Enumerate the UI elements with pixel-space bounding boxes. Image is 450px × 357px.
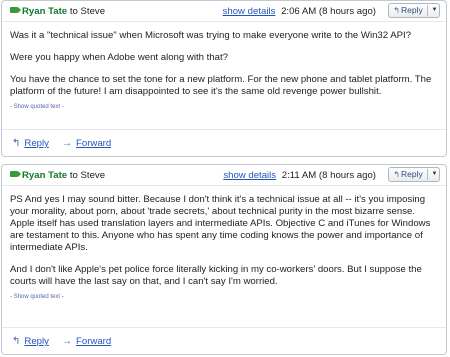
footer-forward-link[interactable]: → Forward xyxy=(62,138,111,149)
to-prefix: to xyxy=(69,170,78,181)
forward-arrow-icon: → xyxy=(62,138,72,149)
forward-arrow-icon: → xyxy=(62,336,72,347)
recipient-name: Steve xyxy=(80,170,106,181)
footer-reply-link[interactable]: ↰ Reply xyxy=(12,336,49,347)
footer-reply-label: Reply xyxy=(24,138,49,149)
body-paragraph: Were you happy when Adobe went along wit… xyxy=(10,52,228,63)
footer-forward-label: Forward xyxy=(76,138,112,149)
reply-arrow-icon: ↰ xyxy=(12,336,21,347)
message-footer: ↰ Reply → Forward xyxy=(2,129,446,156)
footer-forward-link[interactable]: → Forward xyxy=(62,336,111,347)
timestamp: 2:11 AM (8 hours ago) xyxy=(281,170,376,181)
reply-split-button[interactable]: ↰Reply ▼ xyxy=(388,3,440,18)
footer-reply-label: Reply xyxy=(24,336,49,347)
message-header: Ryan Tate to Steve show details 2:06 AM … xyxy=(2,1,446,22)
reply-split-button[interactable]: ↰Reply ▼ xyxy=(388,167,440,182)
show-quoted-text-link[interactable]: - Show quoted text - xyxy=(10,101,436,113)
chevron-down-icon[interactable]: ▼ xyxy=(429,168,440,181)
video-chat-icon xyxy=(10,7,21,13)
video-chat-icon xyxy=(10,171,21,177)
reply-arrow-icon: ↰ xyxy=(393,6,400,15)
body-paragraph: PS And yes I may sound bitter. Because I… xyxy=(10,194,431,253)
reply-button-label: Reply xyxy=(400,169,423,179)
reply-arrow-icon: ↰ xyxy=(12,138,21,149)
show-details-link[interactable]: show details xyxy=(223,6,276,17)
reply-button-label: Reply xyxy=(400,5,423,15)
footer-forward-label: Forward xyxy=(76,336,112,347)
divider xyxy=(427,5,428,16)
to-prefix: to xyxy=(69,6,78,17)
reply-button[interactable]: ↰Reply xyxy=(389,4,427,17)
reply-button[interactable]: ↰Reply xyxy=(389,168,427,181)
sender-name[interactable]: Ryan Tate xyxy=(22,170,67,181)
message-body: Was it a "technical issue" when Microsof… xyxy=(10,30,436,113)
show-details-link[interactable]: show details xyxy=(223,170,276,181)
message-card: Ryan Tate to Steve show details 2:06 AM … xyxy=(1,0,447,157)
chevron-down-icon[interactable]: ▼ xyxy=(429,4,440,17)
timestamp: 2:06 AM (8 hours ago) xyxy=(281,6,376,17)
sender-name[interactable]: Ryan Tate xyxy=(22,6,67,17)
show-quoted-text-link[interactable]: - Show quoted text - xyxy=(10,291,436,303)
body-paragraph: You have the chance to set the tone for … xyxy=(10,74,432,97)
sender-line: Ryan Tate to Steve xyxy=(10,170,105,181)
divider xyxy=(427,169,428,180)
sender-line: Ryan Tate to Steve xyxy=(10,6,105,17)
header-meta: show details 2:06 AM (8 hours ago) xyxy=(223,6,376,17)
body-paragraph: And I don't like Apple's pet police forc… xyxy=(10,264,422,287)
body-paragraph: Was it a "technical issue" when Microsof… xyxy=(10,30,412,41)
message-footer: ↰ Reply → Forward xyxy=(2,327,446,354)
message-header: Ryan Tate to Steve show details 2:11 AM … xyxy=(2,165,446,186)
recipient-name: Steve xyxy=(80,6,106,17)
message-card: Ryan Tate to Steve show details 2:11 AM … xyxy=(1,164,447,355)
reply-arrow-icon: ↰ xyxy=(393,170,400,179)
footer-reply-link[interactable]: ↰ Reply xyxy=(12,138,49,149)
message-body: PS And yes I may sound bitter. Because I… xyxy=(10,194,436,303)
header-meta: show details 2:11 AM (8 hours ago) xyxy=(223,170,376,181)
